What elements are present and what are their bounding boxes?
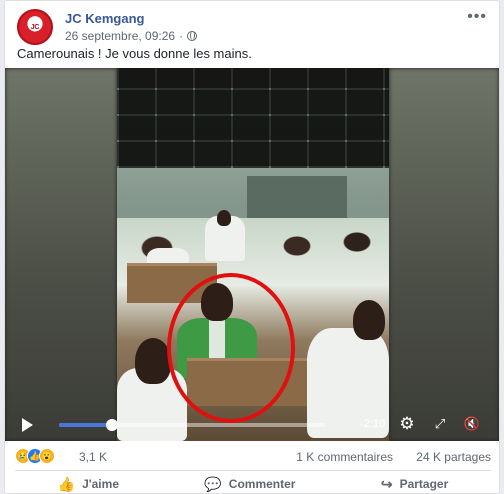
red-highlight-circle [167, 273, 295, 423]
globe-icon[interactable] [187, 31, 198, 41]
play-icon[interactable] [22, 418, 33, 432]
video-blur-right [389, 68, 499, 441]
share-button[interactable]: ↪ Partager [380, 473, 449, 493]
comment-label: Commenter [228, 477, 296, 491]
reaction-icons[interactable]: 😢 👍 😮 [15, 448, 55, 464]
student-figure [217, 210, 231, 226]
share-label: Partager [399, 477, 449, 491]
gear-icon[interactable]: ⚙ [398, 415, 416, 433]
progress-fill [59, 423, 113, 427]
video-player[interactable]: -2:10 ⚙ ⤢ 🔇 [5, 68, 499, 441]
time-remaining: -2:10 [360, 418, 386, 430]
actions-divider [15, 470, 491, 471]
student-figure [135, 338, 171, 384]
speech-bubble-icon: 💬 [204, 475, 222, 492]
post-actions: 👍 J'aime 💬 Commenter ↪ Partager [15, 473, 491, 493]
post-stats: 😢 👍 😮 3,1 K 1 K commentaires 24 K partag… [15, 448, 491, 466]
progress-bar[interactable] [59, 419, 325, 431]
post-meta: 26 septembre, 09:26 · [65, 29, 198, 43]
reaction-count[interactable]: 3,1 K [79, 450, 107, 464]
post-header: JC JC Kemgang 26 septembre, 09:26 · ••• [17, 8, 487, 45]
post-card: JC JC Kemgang 26 septembre, 09:26 · ••• … [4, 0, 500, 494]
share-arrow-icon: ↪ [380, 475, 393, 492]
post-text: Camerounais ! Je vous donne les mains. [17, 46, 252, 61]
comment-button[interactable]: 💬 Commenter [204, 473, 296, 493]
student-figure [353, 300, 385, 340]
more-options-icon[interactable]: ••• [467, 9, 487, 25]
author-name[interactable]: JC Kemgang [65, 11, 144, 26]
volume-muted-icon[interactable]: 🔇 [463, 415, 481, 433]
post-timestamp[interactable]: 26 septembre, 09:26 [65, 29, 175, 43]
avatar-text: JC [30, 23, 40, 31]
comments-count[interactable]: 1 K commentaires [296, 450, 393, 464]
wow-reaction-icon: 😮 [39, 448, 55, 464]
avatar[interactable]: JC [17, 9, 53, 45]
progress-knob[interactable] [106, 419, 119, 431]
blackboard [247, 176, 347, 224]
thumbs-up-icon: 👍 [57, 475, 76, 492]
like-button[interactable]: 👍 J'aime [57, 473, 119, 493]
expand-icon[interactable]: ⤢ [431, 415, 449, 433]
like-label: J'aime [82, 477, 119, 491]
shares-count[interactable]: 24 K partages [416, 450, 491, 464]
classroom-ceiling [117, 68, 389, 168]
video-controls: -2:10 ⚙ ⤢ 🔇 [5, 407, 499, 441]
audience-separator: · [179, 29, 184, 43]
video-blur-left [5, 68, 117, 441]
